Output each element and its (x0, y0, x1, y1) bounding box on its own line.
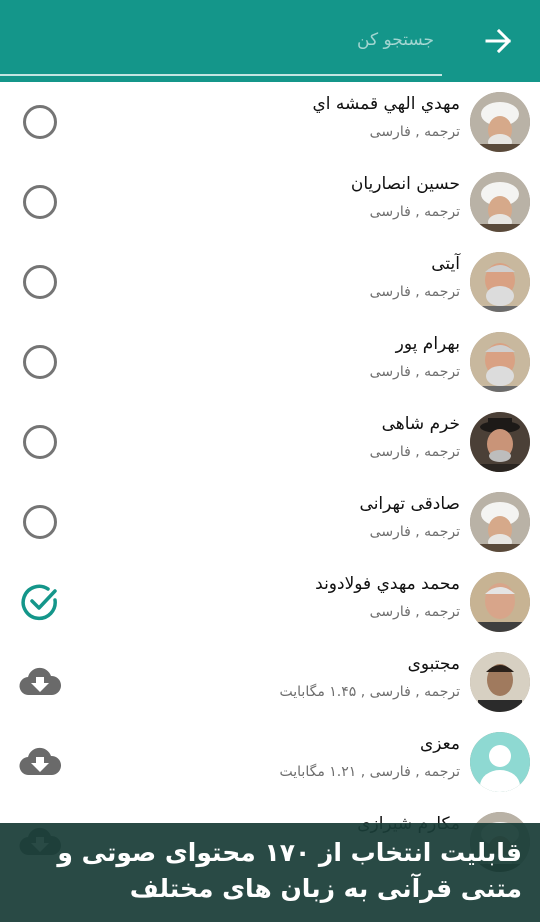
radio-icon (23, 505, 57, 539)
select-toggle[interactable] (18, 420, 62, 464)
select-toggle[interactable] (18, 500, 62, 544)
item-name: صادقی تهرانی (359, 494, 460, 514)
item-subtitle: ترجمه , فارسی (369, 364, 460, 380)
download-button[interactable] (18, 660, 62, 704)
item-name: مهدي الهي قمشه اي (312, 94, 460, 114)
list-item[interactable]: معزی ترجمه , فارسی , ۱.۲۱ مگابایت (0, 722, 540, 802)
cloud-download-icon (19, 747, 62, 776)
item-name: خرم شاهی (381, 414, 460, 434)
item-name: معزی (420, 734, 460, 754)
avatar (470, 332, 530, 392)
list-item[interactable]: بهرام پور ترجمه , فارسی (0, 322, 540, 402)
download-button[interactable] (18, 740, 62, 784)
select-toggle[interactable] (18, 260, 62, 304)
cloud-download-icon (19, 667, 62, 696)
item-subtitle: ترجمه , فارسی (369, 524, 460, 540)
avatar (470, 492, 530, 552)
item-name: مجتبوی (407, 654, 460, 674)
item-subtitle: ترجمه , فارسی (369, 604, 460, 620)
promo-banner: قابلیت انتخاب از ۱۷۰ محتوای صوتی و متنی … (0, 823, 540, 922)
select-toggle[interactable] (18, 100, 62, 144)
select-toggle[interactable] (18, 180, 62, 224)
search-underline (0, 74, 442, 76)
item-subtitle: ترجمه , فارسی (369, 204, 460, 220)
radio-icon (23, 265, 57, 299)
item-subtitle: ترجمه , فارسی (369, 124, 460, 140)
check-circle-icon (21, 584, 57, 621)
radio-icon (23, 185, 57, 219)
app-header (0, 0, 540, 82)
item-subtitle: ترجمه , فارسی , ۱.۴۵ مگابایت (279, 684, 460, 700)
list-item[interactable]: صادقی تهرانی ترجمه , فارسی (0, 482, 540, 562)
list-item[interactable]: مجتبوی ترجمه , فارسی , ۱.۴۵ مگابایت (0, 642, 540, 722)
avatar (470, 572, 530, 632)
list-item[interactable]: مهدي الهي قمشه اي ترجمه , فارسی (0, 82, 540, 162)
item-subtitle: ترجمه , فارسی , ۱.۲۱ مگابایت (279, 764, 460, 780)
avatar (470, 252, 530, 312)
list-item[interactable]: حسين انصاريان ترجمه , فارسی (0, 162, 540, 242)
promo-banner-text: قابلیت انتخاب از ۱۷۰ محتوای صوتی و متنی … (57, 838, 522, 903)
item-name: آيتی (431, 254, 460, 274)
item-subtitle: ترجمه , فارسی (369, 284, 460, 300)
translator-list: مهدي الهي قمشه اي ترجمه , فارسی حسين انصار… (0, 82, 540, 882)
item-name: بهرام پور (395, 334, 460, 354)
search-input[interactable] (0, 18, 442, 62)
avatar (470, 172, 530, 232)
radio-icon (23, 425, 57, 459)
radio-icon (23, 345, 57, 379)
avatar (470, 412, 530, 472)
avatar (470, 732, 530, 792)
arrow-right-icon[interactable] (484, 26, 514, 56)
item-name: محمد مهدي فولادوند (315, 574, 460, 594)
list-item[interactable]: محمد مهدي فولادوند ترجمه , فارسی (0, 562, 540, 642)
radio-icon (23, 105, 57, 139)
list-item[interactable]: خرم شاهی ترجمه , فارسی (0, 402, 540, 482)
avatar (470, 92, 530, 152)
item-subtitle: ترجمه , فارسی (369, 444, 460, 460)
avatar (470, 652, 530, 712)
item-name: حسين انصاريان (350, 174, 460, 194)
select-toggle[interactable] (18, 340, 62, 384)
select-toggle[interactable] (18, 580, 62, 624)
list-item[interactable]: آيتی ترجمه , فارسی (0, 242, 540, 322)
